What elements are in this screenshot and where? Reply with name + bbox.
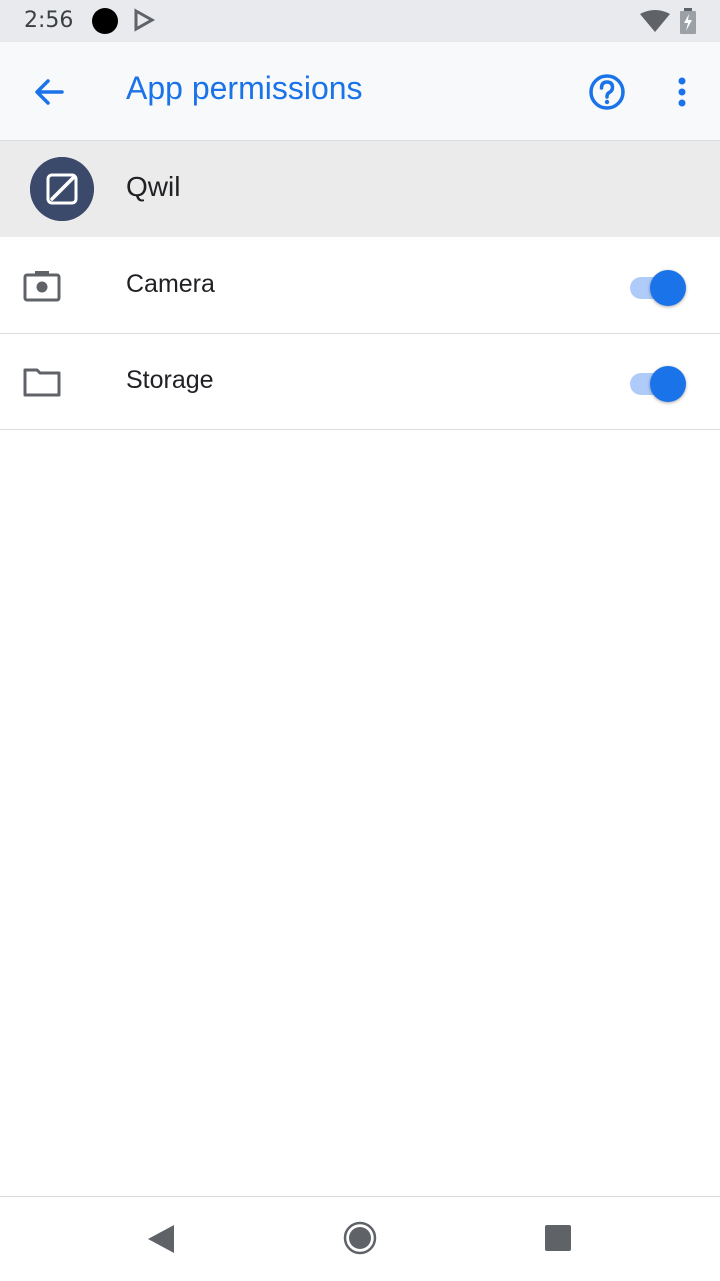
- storage-toggle[interactable]: [630, 366, 686, 402]
- status-time: 2:56: [24, 8, 74, 33]
- notification-dot-icon: [92, 8, 118, 34]
- nav-recents-icon[interactable]: [544, 1224, 572, 1252]
- permission-label-storage: Storage: [126, 366, 214, 394]
- nav-home-icon[interactable]: [343, 1221, 377, 1255]
- back-arrow-icon[interactable]: [26, 68, 74, 116]
- battery-charging-icon: [680, 8, 696, 34]
- play-store-icon: [134, 8, 156, 32]
- wifi-icon: [640, 10, 670, 32]
- toggle-thumb: [650, 270, 686, 306]
- folder-icon: [23, 368, 61, 397]
- navigation-bar: [0, 1196, 720, 1281]
- help-icon[interactable]: [583, 68, 631, 116]
- camera-toggle[interactable]: [630, 270, 686, 306]
- app-name: Qwil: [126, 171, 181, 202]
- permission-label-camera: Camera: [126, 270, 215, 298]
- page-title: App permissions: [126, 70, 363, 106]
- app-bar: App permissions: [0, 42, 720, 141]
- nav-back-icon[interactable]: [146, 1223, 176, 1255]
- permission-row-camera[interactable]: Camera: [0, 238, 720, 334]
- status-bar: 2:56: [0, 0, 720, 42]
- permission-row-storage[interactable]: Storage: [0, 334, 720, 430]
- toggle-thumb: [650, 366, 686, 402]
- more-options-icon[interactable]: [658, 68, 706, 116]
- qwil-app-icon: [30, 157, 94, 221]
- camera-icon: [23, 271, 61, 302]
- app-header: Qwil: [0, 141, 720, 237]
